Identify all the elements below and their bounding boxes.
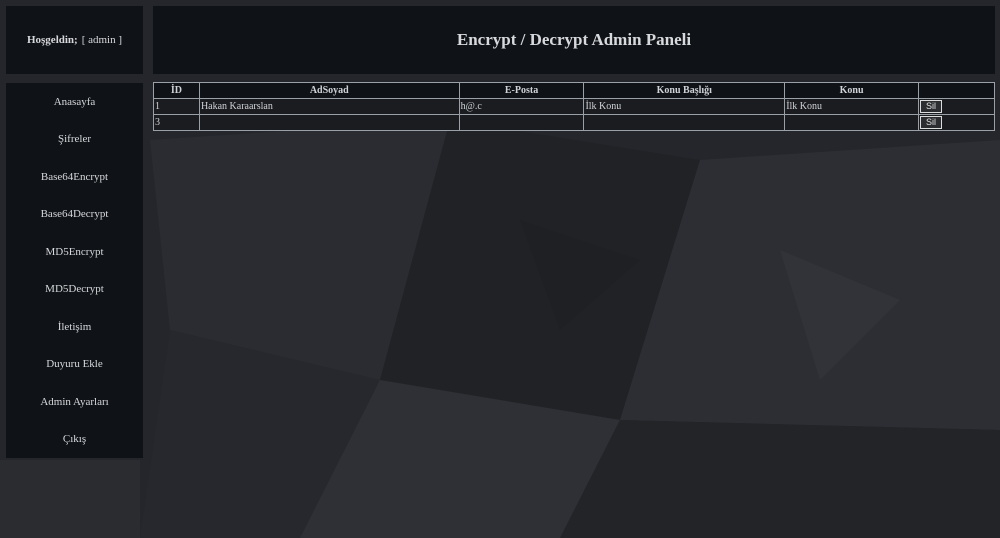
cell-subject — [583, 114, 786, 131]
delete-button[interactable]: Sil — [920, 99, 943, 113]
sidebar-item-anasayfa[interactable]: Anasayfa — [6, 83, 143, 121]
sidebar: Anasayfa Şifreler Base64Encrypt Base64De… — [6, 83, 143, 458]
messages-table: İD AdSoyad E-Posta Konu Başlığı Konu 1 H… — [153, 82, 995, 131]
background-pattern — [0, 120, 1000, 538]
table-header-row: İD AdSoyad E-Posta Konu Başlığı Konu — [153, 82, 995, 99]
sidebar-item-label: Anasayfa — [53, 95, 96, 108]
sidebar-item-sifreler[interactable]: Şifreler — [6, 121, 143, 159]
sidebar-item-base64encrypt[interactable]: Base64Encrypt — [6, 158, 143, 196]
welcome-user: [ admin ] — [81, 34, 123, 46]
sidebar-item-label: Admin Ayarları — [40, 395, 109, 408]
cell-action: Sil — [918, 98, 995, 115]
sidebar-item-base64decrypt[interactable]: Base64Decrypt — [6, 196, 143, 234]
cell-name: Hakan Karaarslan — [198, 98, 460, 115]
sidebar-item-label: Şifreler — [58, 133, 91, 146]
column-header-eposta: E-Posta — [458, 82, 585, 99]
sidebar-item-cikis[interactable]: Çıkış — [6, 421, 143, 459]
sidebar-item-label: Duyuru Ekle — [46, 358, 103, 371]
cell-topic: İlk Konu — [784, 98, 920, 115]
sidebar-item-iletisim[interactable]: İletişim — [6, 308, 143, 346]
cell-email: h@.c — [458, 98, 585, 115]
sidebar-item-label: İletişim — [57, 320, 92, 333]
table-row: 1 Hakan Karaarslan h@.c İlk Konu İlk Kon… — [153, 98, 995, 115]
welcome-label: Hoşgeldin; — [26, 34, 78, 46]
sidebar-item-duyuru-ekle[interactable]: Duyuru Ekle — [6, 346, 143, 384]
cell-id: 3 — [153, 114, 200, 131]
cell-id: 1 — [153, 98, 200, 115]
column-header-id: İD — [153, 82, 200, 99]
welcome-box: Hoşgeldin; [ admin ] — [6, 6, 143, 74]
sidebar-item-label: MD5Encrypt — [45, 245, 104, 258]
sidebar-item-admin-ayarlari[interactable]: Admin Ayarları — [6, 383, 143, 421]
cell-name — [198, 114, 460, 131]
sidebar-item-md5encrypt[interactable]: MD5Encrypt — [6, 233, 143, 271]
sidebar-item-label: Base64Decrypt — [40, 208, 109, 221]
sidebar-item-md5decrypt[interactable]: MD5Decrypt — [6, 271, 143, 309]
cell-action: Sil — [918, 114, 995, 131]
cell-topic — [784, 114, 920, 131]
column-header-adsoyad: AdSoyad — [198, 82, 460, 99]
sidebar-item-label: Base64Encrypt — [40, 170, 109, 183]
sidebar-item-label: MD5Decrypt — [45, 283, 104, 296]
column-header-konu-basligi: Konu Başlığı — [583, 82, 786, 99]
sidebar-item-label: Çıkış — [62, 433, 87, 446]
column-header-action — [918, 82, 995, 99]
delete-button[interactable]: Sil — [920, 115, 943, 129]
table-row: 3 Sil — [153, 114, 995, 131]
page-title: Encrypt / Decrypt Admin Paneli — [456, 30, 692, 49]
column-header-konu: Konu — [784, 82, 920, 99]
cell-email — [458, 114, 585, 131]
cell-subject: İlk Konu — [583, 98, 786, 115]
page-header: Encrypt / Decrypt Admin Paneli — [153, 6, 995, 74]
